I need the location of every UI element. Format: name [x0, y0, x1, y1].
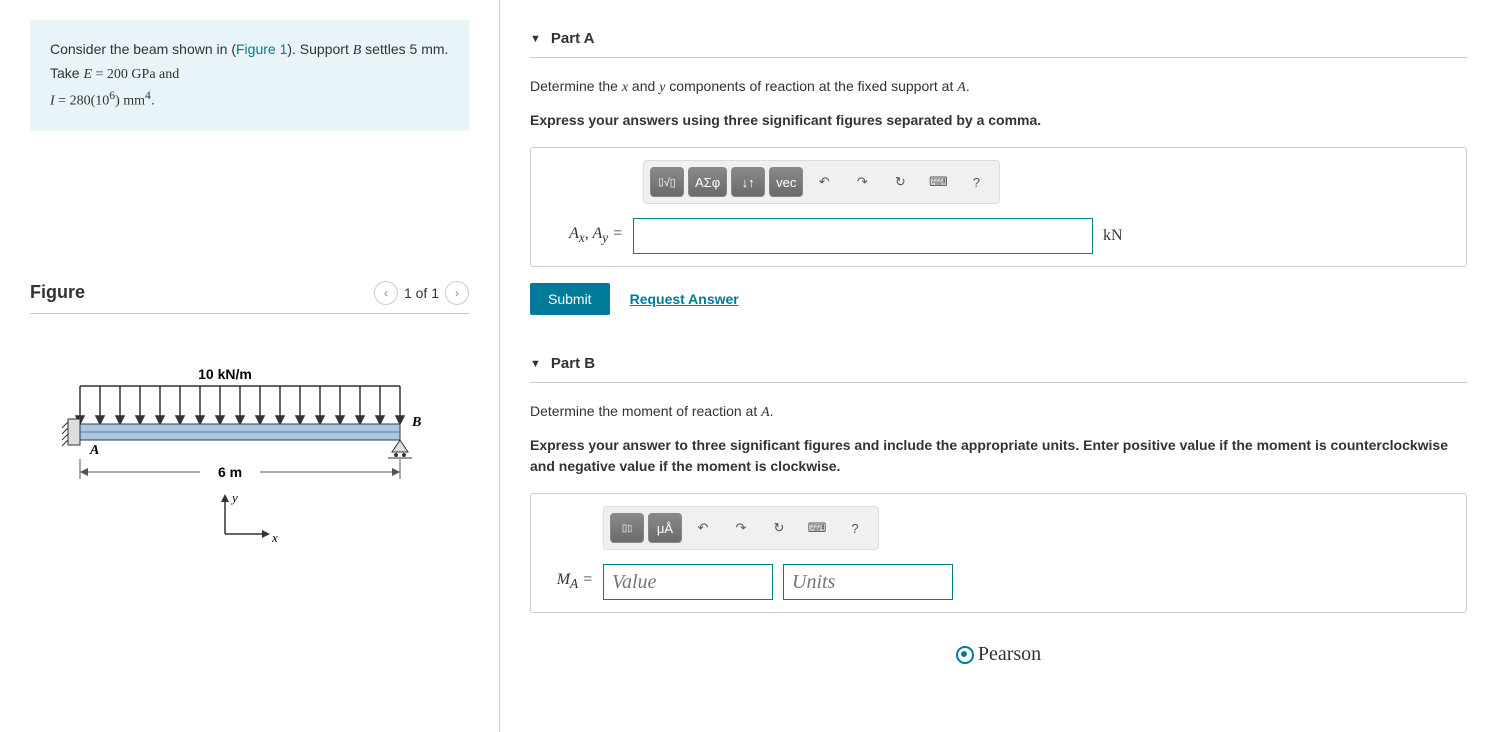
updown-button[interactable]: ↓↑ — [731, 167, 765, 197]
units-button[interactable]: μÅ — [648, 513, 682, 543]
load-arrows — [76, 386, 404, 424]
help-button[interactable]: ? — [959, 167, 993, 197]
problem-text: Consider the beam shown in ( — [50, 41, 236, 57]
svg-text:x: x — [271, 530, 278, 545]
caret-down-icon: ▼ — [530, 358, 541, 370]
part-b-units-input[interactable] — [783, 564, 953, 600]
keyboard-button-b[interactable]: ⌨ — [800, 513, 834, 543]
part-a-header[interactable]: ▼ Part A — [530, 20, 1467, 58]
figure-diagram: 10 kN/m — [30, 344, 469, 587]
part-b-title: Part B — [551, 355, 595, 372]
reset-button[interactable]: ↻ — [883, 167, 917, 197]
part-b-input-label: MA = — [543, 571, 593, 592]
part-a-toolbar: ▯√▯ ΑΣφ ↓↑ vec ↶ ↷ ↻ ⌨ ? — [643, 160, 1000, 204]
part-b-header[interactable]: ▼ Part B — [530, 345, 1467, 383]
reset-button-b[interactable]: ↻ — [762, 513, 796, 543]
figure-title: Figure — [30, 282, 85, 303]
undo-button-b[interactable]: ↶ — [686, 513, 720, 543]
submit-button-a[interactable]: Submit — [530, 283, 610, 315]
part-b-answer-box: ▯▯ μÅ ↶ ↷ ↻ ⌨ ? MA = — [530, 493, 1467, 613]
right-panel: ▼ Part A Determine the x and y component… — [500, 0, 1497, 732]
figure-link[interactable]: Figure 1 — [236, 41, 287, 57]
undo-button[interactable]: ↶ — [807, 167, 841, 197]
next-figure-button[interactable]: › — [445, 281, 469, 305]
part-b-toolbar: ▯▯ μÅ ↶ ↷ ↻ ⌨ ? — [603, 506, 879, 550]
part-b-value-input[interactable] — [603, 564, 773, 600]
part-a-input-label: Ax, Ay = — [543, 225, 623, 246]
part-b-prompt: Determine the moment of reaction at A. — [530, 401, 1467, 423]
part-a-prompt: Determine the x and y components of reac… — [530, 76, 1467, 98]
caret-down-icon: ▼ — [530, 33, 541, 45]
help-button-b[interactable]: ? — [838, 513, 872, 543]
keyboard-button[interactable]: ⌨ — [921, 167, 955, 197]
problem-statement: Consider the beam shown in (Figure 1). S… — [30, 20, 469, 131]
svg-text:y: y — [230, 490, 238, 505]
part-a-answer-input[interactable] — [633, 218, 1093, 254]
part-a-title: Part A — [551, 30, 595, 47]
point-b: B — [411, 415, 421, 430]
figure-pager: ‹ 1 of 1 › — [374, 281, 469, 305]
redo-button[interactable]: ↷ — [845, 167, 879, 197]
length-label: 6 m — [218, 464, 242, 480]
part-b-section: ▼ Part B Determine the moment of reactio… — [530, 345, 1467, 613]
part-a-actions: Submit Request Answer — [530, 283, 1467, 315]
templates-button-b[interactable]: ▯▯ — [610, 513, 644, 543]
part-b-instruction: Express your answer to three significant… — [530, 435, 1467, 477]
part-a-section: ▼ Part A Determine the x and y component… — [530, 20, 1467, 315]
request-answer-link-a[interactable]: Request Answer — [630, 291, 739, 307]
left-panel: Consider the beam shown in (Figure 1). S… — [0, 0, 500, 732]
part-a-instruction: Express your answers using three signifi… — [530, 110, 1467, 131]
part-b-input-row: MA = — [543, 564, 1454, 600]
redo-button-b[interactable]: ↷ — [724, 513, 758, 543]
pearson-footer: Pearson — [530, 643, 1467, 666]
part-a-answer-box: ▯√▯ ΑΣφ ↓↑ vec ↶ ↷ ↻ ⌨ ? Ax, Ay = kN — [530, 147, 1467, 267]
pearson-logo-icon — [956, 646, 974, 664]
point-a: A — [89, 443, 99, 458]
greek-button[interactable]: ΑΣφ — [688, 167, 727, 197]
templates-button[interactable]: ▯√▯ — [650, 167, 684, 197]
vec-button[interactable]: vec — [769, 167, 803, 197]
part-a-unit: kN — [1103, 227, 1123, 245]
load-label: 10 kN/m — [198, 366, 252, 382]
pager-text: 1 of 1 — [404, 285, 439, 301]
part-a-input-row: Ax, Ay = kN — [543, 218, 1454, 254]
prev-figure-button[interactable]: ‹ — [374, 281, 398, 305]
figure-header: Figure ‹ 1 of 1 › — [30, 281, 469, 314]
